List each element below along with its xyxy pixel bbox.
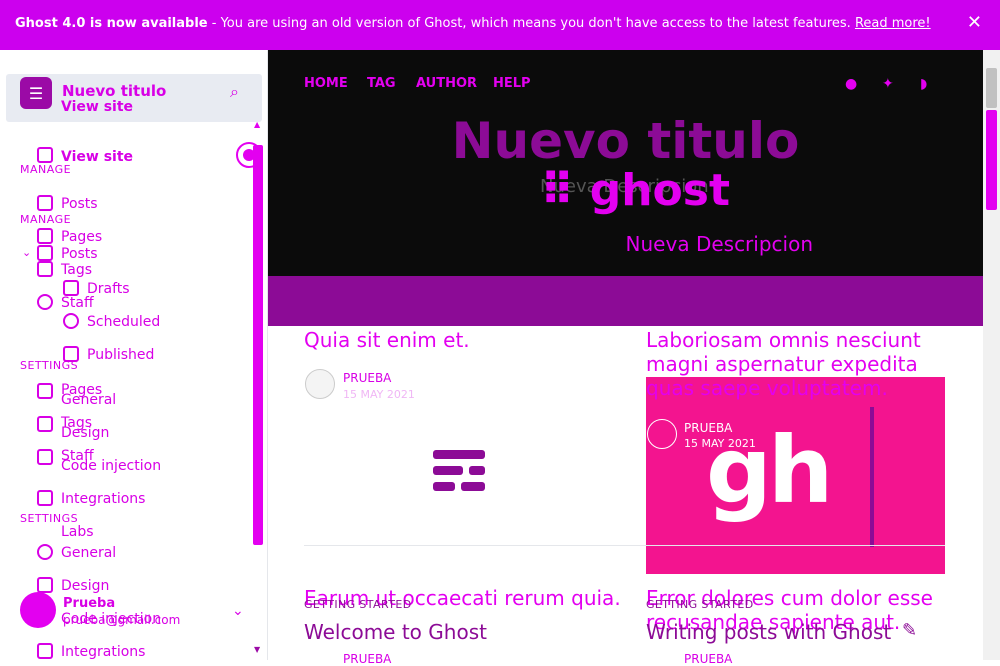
chevron-down-icon[interactable]: ⌄	[232, 603, 244, 619]
post-tag[interactable]: GETTING STARTED	[304, 598, 412, 611]
author-avatar[interactable]	[647, 419, 677, 449]
post-date: 15 MAY 2021	[684, 437, 756, 450]
post-date: 15 MAY 2021	[343, 388, 415, 401]
ghost-logo: ⠿ ghost	[540, 165, 730, 216]
facebook-icon[interactable]: ●	[845, 76, 861, 92]
avatar[interactable]	[20, 592, 56, 628]
pencil-icon: ✎	[902, 620, 918, 641]
page-scroll-thumb[interactable]	[986, 68, 997, 108]
banner-bold-text: Ghost 4.0 is now available	[15, 16, 208, 31]
sidebar-item-general-2[interactable]: General	[61, 545, 116, 561]
posts-icon-2	[37, 245, 53, 261]
banner-text: Ghost 4.0 is now available - You are usi…	[15, 16, 931, 31]
loading-spinner-icon	[236, 142, 262, 168]
search-icon[interactable]: ⌕	[230, 82, 239, 102]
sidebar-item-code-injection[interactable]: Code injection	[61, 458, 161, 474]
hero-band	[268, 276, 983, 326]
author-name[interactable]: PRUEBA	[684, 652, 732, 666]
post-title[interactable]: Laboriosam omnis nesciunt magni aspernat…	[646, 328, 946, 400]
close-icon[interactable]: ✕	[967, 12, 982, 33]
staff-icon	[37, 294, 53, 310]
sidebar-item-integrations[interactable]: Integrations	[61, 491, 145, 507]
tag-icon	[37, 261, 53, 277]
nav-home[interactable]: HOME	[304, 76, 348, 91]
sidebar-scroll-up[interactable]: ▲	[254, 120, 260, 129]
post-tag[interactable]: GETTING STARTED	[646, 598, 754, 611]
post-title-2[interactable]: Welcome to Ghost	[304, 620, 624, 644]
pages-icon	[37, 228, 53, 244]
sidebar-item-posts-2[interactable]: Posts	[61, 246, 98, 262]
user-name[interactable]: Prueba	[63, 596, 115, 611]
author-name[interactable]: PRUEBA	[343, 371, 391, 385]
site-title-heading: Nuevo titulo	[451, 112, 800, 170]
manage-heading-2: MANAGE	[20, 213, 72, 226]
nav-help[interactable]: HELP	[493, 76, 531, 91]
ghost-logo-text: ghost	[589, 165, 730, 216]
code-icon	[37, 449, 53, 465]
sidebar-item-scheduled[interactable]: Scheduled	[87, 314, 160, 330]
chevron-down-icon[interactable]: ⌄	[22, 246, 31, 259]
author-name[interactable]: PRUEBA	[343, 652, 391, 666]
sidebar-item-published[interactable]: Published	[87, 347, 154, 363]
post-title-2[interactable]: Writing posts with Ghost	[646, 620, 946, 644]
sidebar-item-integrations-2[interactable]: Integrations	[61, 644, 145, 660]
sidebar-item-posts[interactable]: Posts	[61, 196, 98, 212]
user-email: prueba@gmail.com	[63, 613, 181, 627]
sidebar-item-labs[interactable]: Labs	[61, 524, 94, 540]
settings-heading: SETTINGS	[20, 359, 79, 372]
nav-tag[interactable]: TAG	[367, 76, 396, 91]
sidebar-item-design[interactable]: Design	[61, 425, 109, 441]
home-icon	[37, 147, 53, 163]
site-title[interactable]: Nuevo titulo	[62, 82, 166, 100]
manage-heading: MANAGE	[20, 163, 72, 176]
nav-author[interactable]: AUTHOR	[416, 76, 477, 91]
twitter-icon[interactable]: ✦	[882, 76, 898, 92]
update-banner: Ghost 4.0 is now available - You are usi…	[0, 0, 1000, 50]
posts-icon	[37, 195, 53, 211]
divider	[304, 545, 945, 546]
sidebar-scrollbar[interactable]	[253, 145, 263, 545]
site-logo-icon: ☰	[20, 77, 52, 109]
sidebar-item-tags[interactable]: Tags	[61, 262, 92, 278]
sidebar-item-staff[interactable]: Staff	[61, 295, 94, 311]
design-icon	[37, 416, 53, 432]
general-icon	[37, 383, 53, 399]
integrations-icon	[37, 490, 53, 506]
site-description: Nueva Descripcion	[625, 232, 813, 256]
view-site-nav[interactable]: View site	[61, 149, 133, 165]
sidebar-item-pages[interactable]: Pages	[61, 229, 102, 245]
sidebar-scroll-down[interactable]: ▼	[254, 645, 260, 654]
author-avatar[interactable]	[305, 369, 335, 399]
banner-message: - You are using an old version of Ghost,…	[207, 16, 855, 31]
post-title[interactable]: Quia sit enim et.	[304, 328, 624, 352]
integrations-icon-2	[37, 643, 53, 659]
brush-icon	[37, 577, 53, 593]
clock-icon	[63, 313, 79, 329]
view-site-link[interactable]: View site	[61, 99, 133, 115]
page-scroll-thumb-highlight[interactable]	[986, 110, 997, 210]
sidebar-item-general[interactable]: General	[61, 392, 116, 408]
author-name[interactable]: PRUEBA	[684, 421, 732, 435]
banner-read-more-link[interactable]: Read more!	[855, 16, 931, 31]
rss-icon[interactable]: ◗	[920, 76, 936, 92]
sidebar-item-design-2[interactable]: Design	[61, 578, 109, 594]
gear-icon	[37, 544, 53, 560]
draft-icon	[63, 280, 79, 296]
ghost-logo-icon	[433, 450, 485, 502]
feature-image-line	[870, 407, 874, 547]
